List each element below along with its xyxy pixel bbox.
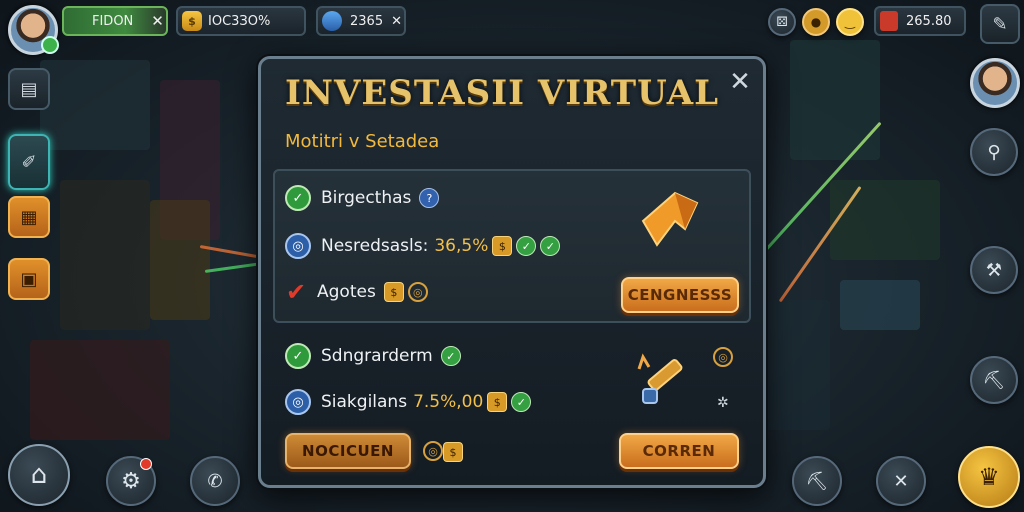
folder-icon[interactable]: ▦ <box>8 196 50 238</box>
ledger-icon <box>880 11 898 31</box>
blue-target-icon: ◎ <box>285 389 311 415</box>
status-pill[interactable]: FIDON ✕ <box>62 6 168 36</box>
coin-pill[interactable]: $ IOC3ЗO% <box>176 6 306 36</box>
row-value: 36,5% <box>434 236 489 256</box>
green-check-icon: ✓ <box>285 343 311 369</box>
bg-stall <box>30 340 170 440</box>
green-check-icon: ✓ <box>285 185 311 211</box>
pickaxe-icon[interactable]: ⛏ <box>970 356 1018 404</box>
gem-pill[interactable]: 2365 ✕ <box>316 6 406 36</box>
green-check-chip-icon: ✓ <box>511 392 532 412</box>
row-label: Siakgilans <box>321 392 408 412</box>
list-item: ✓ Sdngrarderm ✓ <box>285 343 461 369</box>
hammer-icon[interactable]: ⚒ <box>970 246 1018 294</box>
row-label: Nesredsasls: <box>321 236 429 256</box>
green-check-chip-icon: ✓ <box>540 236 561 256</box>
green-check-chip-icon: ✓ <box>440 346 461 366</box>
coin-pill-value: IOC3ЗO% <box>208 13 271 29</box>
green-check-chip-icon: ✓ <box>516 236 537 256</box>
coin-icon: $ <box>182 11 202 31</box>
bg-billboard <box>40 60 150 150</box>
ledger-pill-value: 265.80 <box>906 13 952 29</box>
bg-monitor <box>840 280 920 330</box>
gold-coin-icon: $ <box>492 236 513 256</box>
info-icon: ? <box>419 188 440 208</box>
status-pill-label: FIDON <box>92 13 134 29</box>
bg-door <box>760 300 830 430</box>
confirm-invest-button[interactable]: CENGNESSS <box>621 277 739 313</box>
tools-icon[interactable]: ✎ <box>980 4 1020 44</box>
emote-icon[interactable]: ‿ <box>836 8 864 36</box>
ring-coin-icon: ◎ <box>423 441 443 461</box>
investment-dialog: INVESTASII VIRTUAL Motitri v Setadea ✕ ✓… <box>258 56 766 488</box>
ring-coin-icon: ◎ <box>713 347 733 367</box>
row-label: Agotes <box>317 282 376 302</box>
red-check-icon: ✔ <box>285 278 307 306</box>
home-icon[interactable]: ⌂ <box>8 444 70 506</box>
dialog-title: INVESTASII VIRTUAL <box>285 73 719 113</box>
row-label: Sdngrarderm <box>321 346 433 366</box>
list-item: ✓ Birgecthas ? <box>285 185 440 211</box>
crossed-tools-icon[interactable]: ✕ <box>876 456 926 506</box>
gold-coin-icon: $ <box>383 282 404 302</box>
left-streak-2 <box>204 262 260 273</box>
online-badge <box>41 36 59 54</box>
investment-section-1: ✓ Birgecthas ? ◎ Nesredsasls: 36,5% $ ✓ … <box>273 169 751 323</box>
secondary-action-button[interactable]: NOCICUEN <box>285 433 411 469</box>
ledger-pill[interactable]: 265.80 <box>874 6 966 36</box>
sparkle-icon: ✲ <box>717 395 729 411</box>
close-button[interactable]: ✕ <box>725 67 755 97</box>
primary-action-button[interactable]: CORREN <box>619 433 739 469</box>
list-item: ✔ Agotes $ ◎ <box>285 278 428 306</box>
orange-arrow-icon <box>635 185 705 249</box>
ring-coin-icon: ◎ <box>407 282 428 302</box>
friend-avatar[interactable] <box>970 58 1020 108</box>
gem-pill-value: 2365 <box>350 13 384 29</box>
player-avatar[interactable] <box>8 5 59 55</box>
gem-icon <box>322 11 342 31</box>
bg-screen <box>830 180 940 260</box>
blue-target-icon: ◎ <box>285 233 311 259</box>
telescope-icon <box>633 349 693 409</box>
row-value: 7.5%,00 <box>413 392 484 412</box>
notification-dot <box>140 458 152 470</box>
gold-coin-icon: $ <box>487 392 508 412</box>
bg-poster-2 <box>150 200 210 320</box>
dialog-subtitle: Motitri v Setadea <box>285 131 440 152</box>
list-item: ◎ Siakgilans 7.5%,00 $ ✓ <box>285 389 532 415</box>
trumpet-icon[interactable]: ⚲ <box>970 128 1018 176</box>
close-x-icon: ✕ <box>151 12 164 30</box>
bg-poster <box>60 180 150 330</box>
row-label: Birgecthas <box>321 188 412 208</box>
list-item: ◎ Nesredsasls: 36,5% $ ✓ ✓ <box>285 233 561 259</box>
pickaxe-tool-icon[interactable]: ⛏ <box>792 456 842 506</box>
chest-icon[interactable]: ▣ <box>8 258 50 300</box>
settings-gear-icon[interactable]: ⚙ <box>106 456 156 506</box>
dice-icon[interactable]: ⚄ <box>768 8 796 36</box>
calendar-icon[interactable]: ▤ <box>8 68 50 110</box>
bg-building <box>790 40 880 160</box>
gold-coin-icon: $ <box>443 442 463 462</box>
phone-icon[interactable]: ✆ <box>190 456 240 506</box>
wrench-icon[interactable]: ✐ <box>8 134 50 190</box>
tools-x-icon: ✕ <box>391 13 402 29</box>
crown-icon[interactable]: ♛ <box>958 446 1020 508</box>
coin-button-icon[interactable]: ● <box>802 8 830 36</box>
